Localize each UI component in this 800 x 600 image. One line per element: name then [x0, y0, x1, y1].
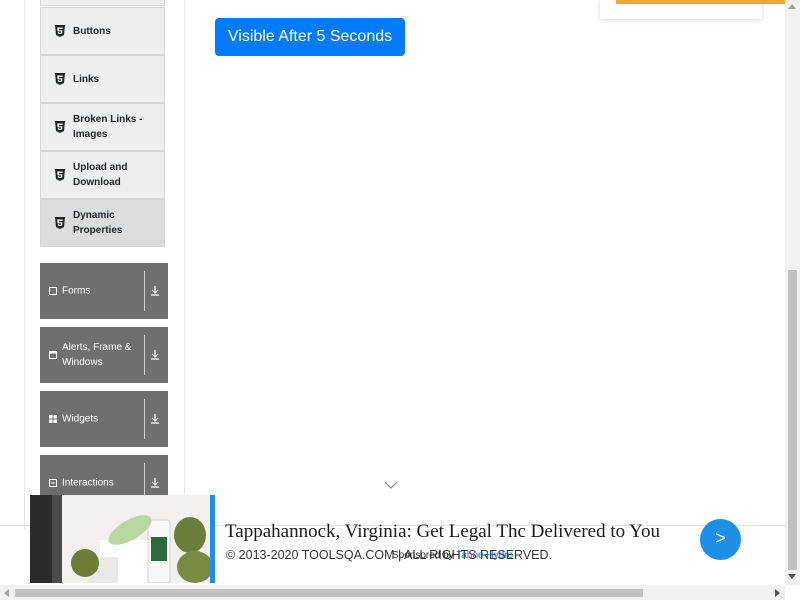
group-label: Interactions — [62, 477, 114, 489]
download-arrow-icon[interactable] — [150, 285, 160, 297]
form-icon — [49, 287, 57, 295]
scroll-left-arrow-icon[interactable] — [4, 589, 9, 597]
html5-icon — [55, 73, 65, 85]
html5-icon — [55, 25, 65, 37]
group-divider — [144, 399, 145, 439]
ad-product-image — [30, 495, 210, 583]
group-divider — [144, 271, 145, 311]
ad-title[interactable]: Tappahannock, Virginia: Get Legal Thc De… — [225, 521, 660, 543]
sidebar-item-partial[interactable] — [40, 0, 165, 6]
vertical-scrollbar-thumb[interactable] — [788, 270, 797, 570]
group-header-widgets[interactable]: Widgets — [40, 391, 168, 447]
ad-sponsor-name[interactable]: Tahoe Hydro — [456, 550, 513, 561]
ad-go-button[interactable]: > — [700, 519, 741, 560]
window-icon — [49, 351, 57, 359]
sidebar-item-label: Broken Links - Images — [73, 114, 143, 140]
widgets-icon — [49, 415, 57, 423]
sidebar-item-buttons[interactable]: Buttons — [40, 7, 165, 55]
download-arrow-icon[interactable] — [150, 477, 160, 489]
sidebar-item-dynamic-properties[interactable]: Dynamic Properties — [40, 199, 165, 247]
ad-image[interactable] — [30, 495, 210, 583]
sticky-ad[interactable]: Tappahannock, Virginia: Get Legal Thc De… — [30, 495, 785, 583]
ad-sponsored-prefix: Sponsored by — [392, 550, 454, 561]
group-header-forms[interactable]: Forms — [40, 263, 168, 319]
ad-accent-bar — [210, 495, 215, 583]
html5-icon — [55, 217, 65, 229]
html5-icon — [55, 169, 65, 181]
sidebar-item-label: Upload and Download — [73, 162, 128, 188]
top-ad-accent — [616, 0, 786, 4]
group-header-alerts[interactable]: Alerts, Frame & Windows — [40, 327, 168, 383]
sidebar-item-links[interactable]: Links — [40, 55, 165, 103]
download-arrow-icon[interactable] — [150, 349, 160, 361]
scroll-up-arrow-icon[interactable] — [788, 4, 796, 9]
sidebar-item-upload-download[interactable]: Upload and Download — [40, 151, 165, 199]
sidebar-item-label: Dynamic Properties — [73, 210, 123, 236]
html5-icon — [55, 121, 65, 133]
sidebar-item-label: Buttons — [73, 25, 111, 37]
group-label: Forms — [62, 285, 91, 297]
download-arrow-icon[interactable] — [150, 413, 160, 425]
sidebar-item-broken-links[interactable]: Broken Links - Images — [40, 103, 165, 151]
chevron-down-icon[interactable] — [384, 481, 398, 489]
group-divider — [144, 335, 145, 375]
group-label: Alerts, Frame & Windows — [62, 342, 132, 368]
group-label: Widgets — [62, 413, 99, 425]
scroll-down-arrow-icon[interactable] — [788, 574, 796, 579]
sidebar-item-label: Links — [73, 73, 100, 85]
interactions-icon — [49, 479, 57, 487]
scroll-right-arrow-icon[interactable] — [775, 589, 780, 597]
visible-after-button[interactable]: Visible After 5 Seconds — [215, 18, 405, 56]
ad-sponsor-line: Sponsored by Tahoe Hydro — [392, 550, 513, 561]
horizontal-scrollbar-thumb[interactable] — [15, 589, 643, 597]
